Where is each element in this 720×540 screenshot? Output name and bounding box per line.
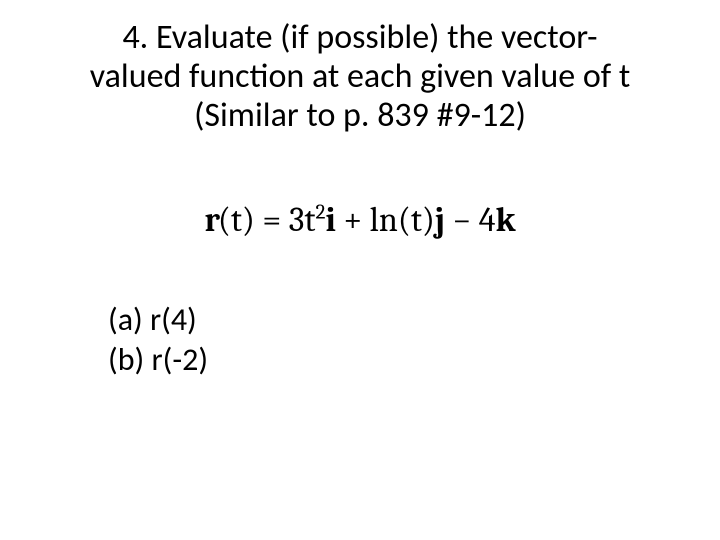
ln: ln [370,200,398,240]
term1-exp: 2 [315,201,325,225]
part-b-value: r(-2) [151,340,208,379]
minus-term: − 4 [445,200,496,240]
slide: 4. Evaluate (if possible) the vector- va… [0,0,720,540]
parts-list: (a) r(4) (b) r(-2) [108,300,208,380]
part-b-label: (b) [108,340,151,379]
part-a: (a) r(4) [108,300,208,340]
vector-function-formula: r(t) = 3t2i + ln(t)j − 4k [0,200,720,240]
unit-k: k [496,200,516,240]
problem-title: 4. Evaluate (if possible) the vector- va… [0,18,720,135]
plus-op: + [336,200,370,240]
unit-i: i [325,200,335,240]
title-line-2: valued function at each given value of t [90,56,630,97]
unit-j: j [435,200,445,240]
part-a-value: r(4) [150,300,197,339]
term1-coeff: 3t [289,200,316,240]
part-a-label: (a) [108,300,150,339]
title-line-1: 4. Evaluate (if possible) the vector- [122,17,597,58]
part-b: (b) r(-2) [108,340,208,380]
lhs-paren: (t) = [218,200,289,240]
ln-arg: (t) [398,200,435,240]
title-line-3: (Similar to p. 839 #9-12) [194,95,526,136]
